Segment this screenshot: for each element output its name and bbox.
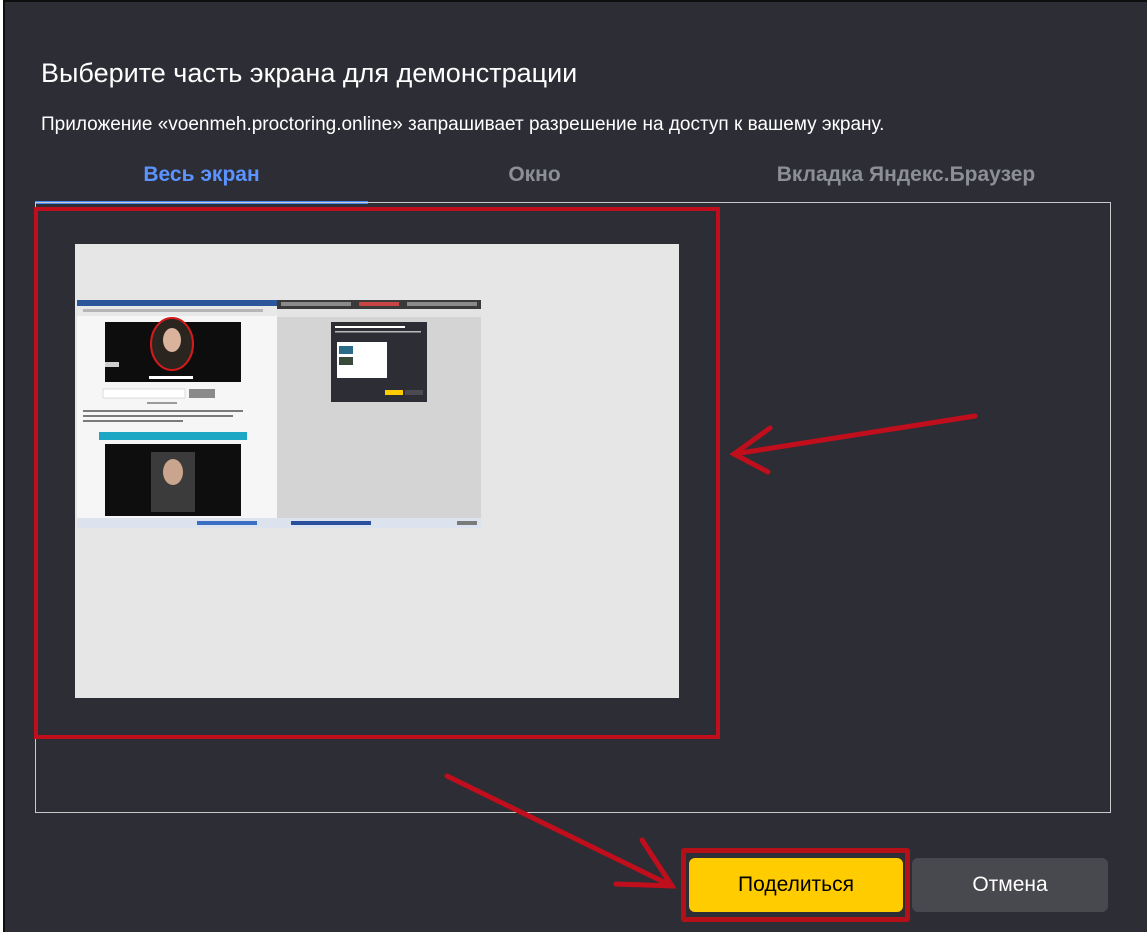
red-arrow-icon — [444, 413, 978, 889]
